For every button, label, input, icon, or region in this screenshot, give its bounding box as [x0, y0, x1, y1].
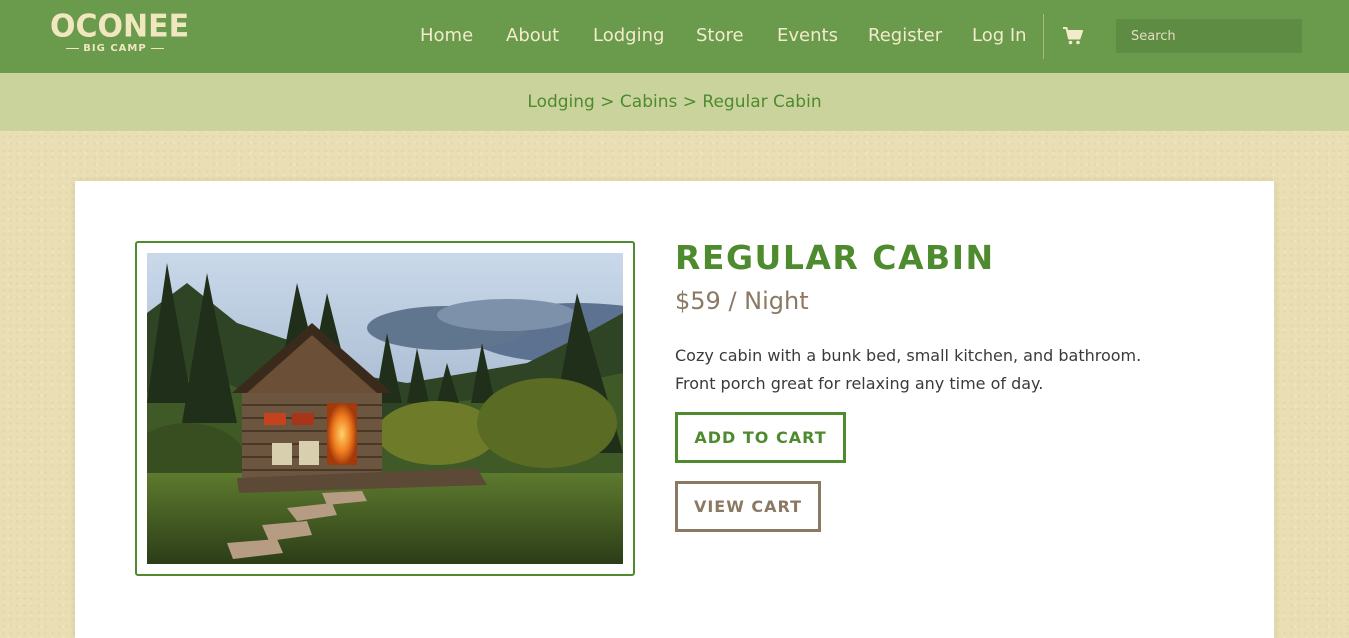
nav-login[interactable]: Log In: [972, 25, 1027, 46]
breadcrumb-separator: >: [600, 92, 615, 112]
logo-dash-right: [150, 47, 164, 50]
nav-register[interactable]: Register: [868, 25, 942, 46]
nav-store[interactable]: Store: [696, 25, 744, 46]
site-logo[interactable]: OCONEE BIG CAMP: [50, 8, 190, 60]
search-input[interactable]: [1116, 19, 1302, 53]
logo-dash-left: [66, 47, 80, 50]
product-description: Cozy cabin with a bunk bed, small kitche…: [675, 342, 1195, 398]
view-cart-button[interactable]: VIEW CART: [675, 481, 821, 532]
breadcrumb: Lodging > Cabins > Regular Cabin: [0, 73, 1349, 131]
product-title: REGULAR CABIN: [675, 238, 995, 277]
add-to-cart-button[interactable]: ADD TO CART: [675, 412, 846, 463]
shopping-cart-icon[interactable]: [1063, 27, 1083, 45]
product-description-line-2: Front porch great for relaxing any time …: [675, 374, 1044, 393]
product-image: [147, 253, 623, 564]
logo-wordmark: OCONEE: [50, 8, 190, 45]
nav-lodging[interactable]: Lodging: [593, 25, 664, 46]
nav-home[interactable]: Home: [420, 25, 473, 46]
product-description-line-1: Cozy cabin with a bunk bed, small kitche…: [675, 346, 1142, 365]
nav-events[interactable]: Events: [777, 25, 838, 46]
nav-divider: [1043, 14, 1044, 59]
nav-about[interactable]: About: [506, 25, 559, 46]
site-header: OCONEE BIG CAMP Home About Lodging Store…: [0, 0, 1349, 73]
breadcrumb-cabins[interactable]: Cabins: [620, 92, 677, 112]
breadcrumb-current: Regular Cabin: [702, 92, 822, 112]
product-image-frame: [135, 241, 635, 576]
product-price: $59 / Night: [675, 287, 809, 315]
breadcrumb-lodging[interactable]: Lodging: [527, 92, 594, 112]
breadcrumb-separator: >: [682, 92, 697, 112]
product-card: REGULAR CABIN $59 / Night Cozy cabin wit…: [75, 181, 1274, 638]
